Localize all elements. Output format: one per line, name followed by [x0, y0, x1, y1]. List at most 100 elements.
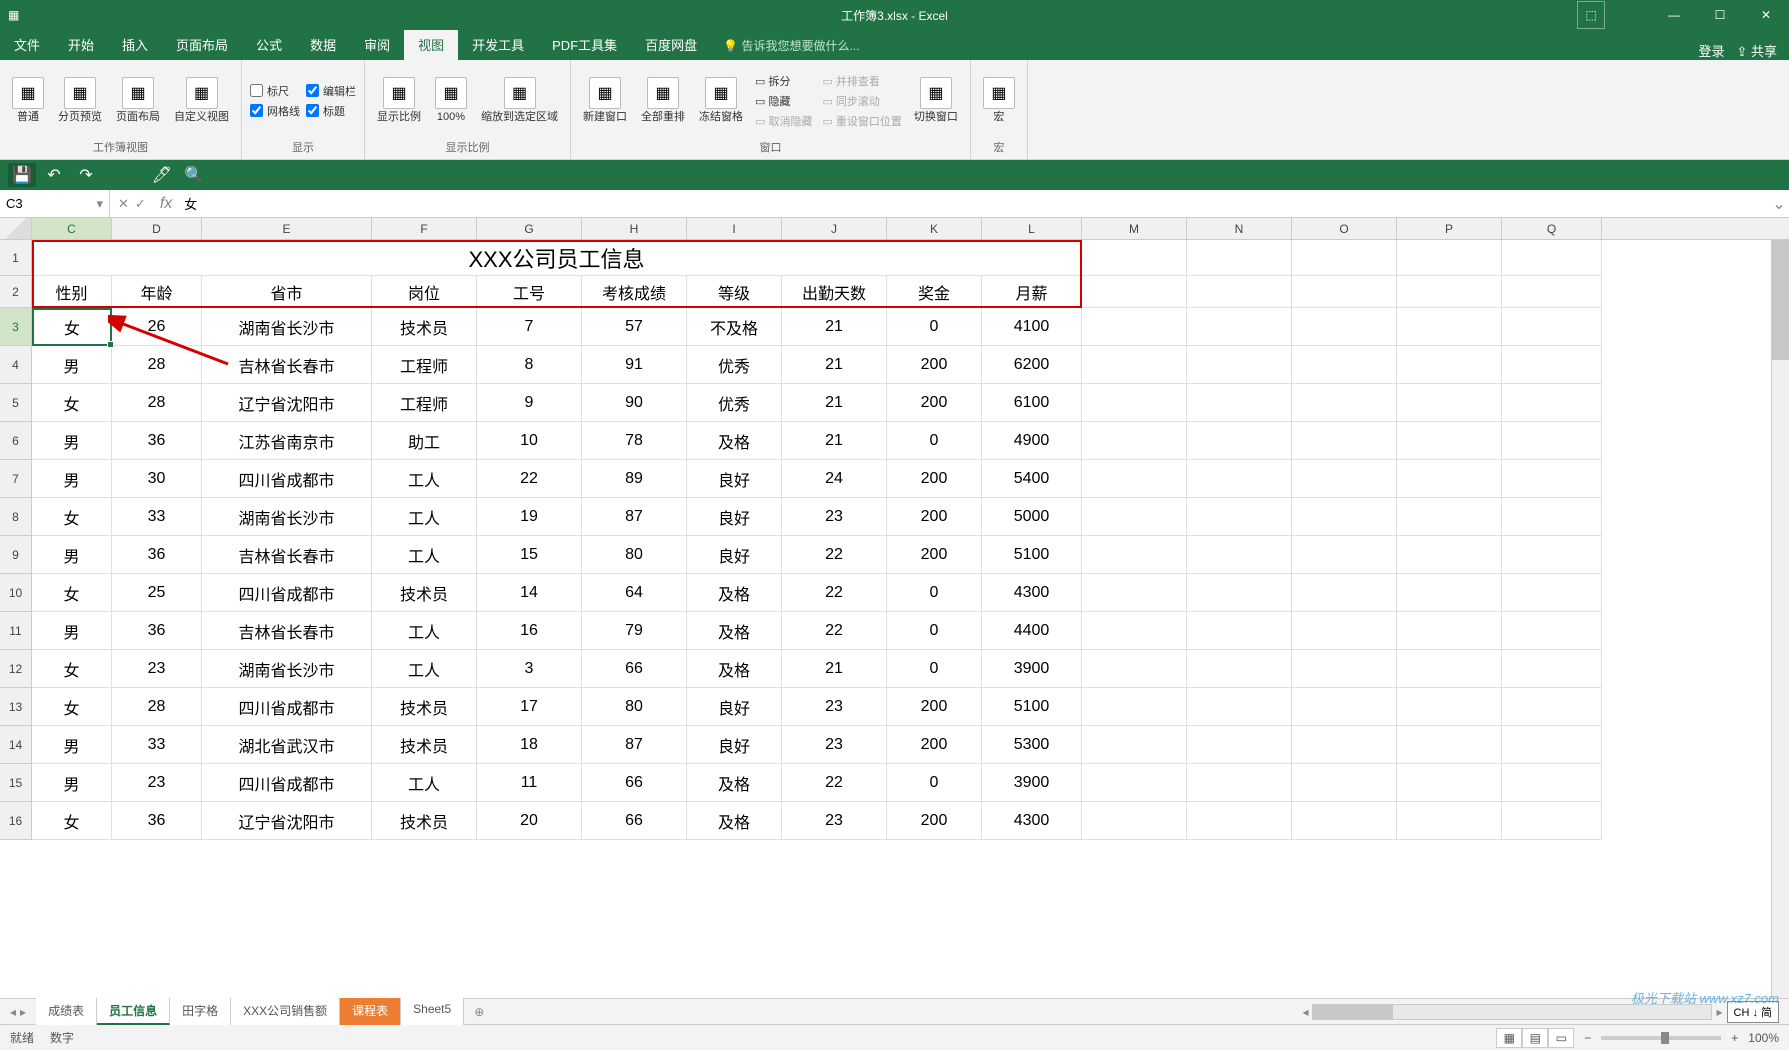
cell[interactable]: [1292, 422, 1397, 460]
cell[interactable]: 技术员: [372, 308, 477, 346]
show-编辑栏[interactable]: 编辑栏: [306, 83, 356, 99]
column-header-L[interactable]: L: [982, 218, 1082, 239]
cell[interactable]: [1502, 650, 1602, 688]
row-header-11[interactable]: 11: [0, 612, 32, 650]
cell[interactable]: 良好: [687, 536, 782, 574]
cell[interactable]: 男: [32, 536, 112, 574]
cell[interactable]: 良好: [687, 688, 782, 726]
cell[interactable]: [1397, 764, 1502, 802]
cell[interactable]: [1397, 460, 1502, 498]
cell[interactable]: 23: [782, 498, 887, 536]
cell[interactable]: 0: [887, 764, 982, 802]
cell[interactable]: [1292, 536, 1397, 574]
cell[interactable]: 28: [112, 384, 202, 422]
cell[interactable]: 技术员: [372, 726, 477, 764]
cell[interactable]: 200: [887, 346, 982, 384]
column-header-P[interactable]: P: [1397, 218, 1502, 239]
column-header-G[interactable]: G: [477, 218, 582, 239]
cell[interactable]: [1292, 498, 1397, 536]
cell[interactable]: 等级: [687, 276, 782, 308]
cell[interactable]: [1187, 802, 1292, 840]
cell[interactable]: 200: [887, 802, 982, 840]
cell[interactable]: 22: [782, 536, 887, 574]
scroll-left-icon[interactable]: ◂: [1302, 1005, 1308, 1019]
cell[interactable]: 5400: [982, 460, 1082, 498]
cell[interactable]: [1187, 422, 1292, 460]
cell[interactable]: 33: [112, 726, 202, 764]
cell[interactable]: 200: [887, 460, 982, 498]
column-header-Q[interactable]: Q: [1502, 218, 1602, 239]
cell[interactable]: 湖南省长沙市: [202, 308, 372, 346]
maximize-button[interactable]: ☐: [1697, 0, 1743, 30]
qat-tool-icon[interactable]: 🖊: [148, 163, 176, 187]
zoom-out-button[interactable]: −: [1584, 1031, 1591, 1045]
cell[interactable]: 江苏省南京市: [202, 422, 372, 460]
zoom-100%[interactable]: ▦100%: [431, 75, 471, 126]
cell[interactable]: [1292, 308, 1397, 346]
cell[interactable]: [1187, 536, 1292, 574]
cell[interactable]: [1397, 276, 1502, 308]
view-分页预览[interactable]: ▦分页预览: [54, 75, 106, 126]
cell[interactable]: 男: [32, 346, 112, 384]
cell[interactable]: 80: [582, 688, 687, 726]
cell[interactable]: 21: [782, 308, 887, 346]
cell[interactable]: 36: [112, 536, 202, 574]
cell[interactable]: 90: [582, 384, 687, 422]
cell[interactable]: 22: [782, 612, 887, 650]
cell[interactable]: 湖北省武汉市: [202, 726, 372, 764]
cell[interactable]: 女: [32, 802, 112, 840]
cell[interactable]: 22: [477, 460, 582, 498]
cell[interactable]: 78: [582, 422, 687, 460]
cell[interactable]: 66: [582, 650, 687, 688]
sheet-tab-XXX公司销售额[interactable]: XXX公司销售额: [231, 998, 340, 1025]
cell[interactable]: [1082, 346, 1187, 384]
cell[interactable]: 26: [112, 308, 202, 346]
cell[interactable]: 5000: [982, 498, 1082, 536]
cell[interactable]: [1082, 726, 1187, 764]
cell[interactable]: [1292, 240, 1397, 276]
cell[interactable]: [1082, 460, 1187, 498]
cell[interactable]: 及格: [687, 802, 782, 840]
view-页面布局[interactable]: ▦页面布局: [112, 75, 164, 126]
name-box-input[interactable]: [6, 196, 86, 211]
cell[interactable]: 22: [782, 764, 887, 802]
select-all-corner[interactable]: [0, 218, 32, 239]
cell[interactable]: 技术员: [372, 802, 477, 840]
row-header-15[interactable]: 15: [0, 764, 32, 802]
sheet-tab-课程表[interactable]: 课程表: [340, 998, 401, 1025]
cell[interactable]: 四川省成都市: [202, 574, 372, 612]
cell[interactable]: 22: [782, 574, 887, 612]
cell[interactable]: 17: [477, 688, 582, 726]
cell[interactable]: 工号: [477, 276, 582, 308]
window-switch[interactable]: ▦切换窗口: [910, 75, 962, 126]
cell[interactable]: [1082, 536, 1187, 574]
cell[interactable]: [1187, 612, 1292, 650]
cell[interactable]: 技术员: [372, 688, 477, 726]
cell[interactable]: 8: [477, 346, 582, 384]
zoom-in-button[interactable]: +: [1731, 1031, 1738, 1045]
cell[interactable]: 工程师: [372, 346, 477, 384]
view-自定义视图[interactable]: ▦自定义视图: [170, 75, 233, 126]
cell[interactable]: 3900: [982, 764, 1082, 802]
cell[interactable]: 女: [32, 688, 112, 726]
cell[interactable]: 工人: [372, 498, 477, 536]
cell[interactable]: 湖南省长沙市: [202, 498, 372, 536]
cell[interactable]: 0: [887, 574, 982, 612]
cell[interactable]: 200: [887, 384, 982, 422]
column-header-J[interactable]: J: [782, 218, 887, 239]
cell[interactable]: [1397, 240, 1502, 276]
view-普通[interactable]: ▦普通: [8, 75, 48, 126]
row-header-5[interactable]: 5: [0, 384, 32, 422]
sheet-nav-last-icon[interactable]: ▸: [20, 1005, 26, 1019]
share-button[interactable]: ⇪ 共享: [1736, 41, 1777, 60]
cell[interactable]: [1292, 764, 1397, 802]
cell[interactable]: 24: [782, 460, 887, 498]
cell[interactable]: [1082, 764, 1187, 802]
cell[interactable]: [1397, 308, 1502, 346]
cell[interactable]: [1082, 422, 1187, 460]
cell[interactable]: 5100: [982, 688, 1082, 726]
zoom-显示比例[interactable]: ▦显示比例: [373, 75, 425, 126]
column-header-N[interactable]: N: [1187, 218, 1292, 239]
cell[interactable]: 男: [32, 460, 112, 498]
cell[interactable]: [1187, 308, 1292, 346]
